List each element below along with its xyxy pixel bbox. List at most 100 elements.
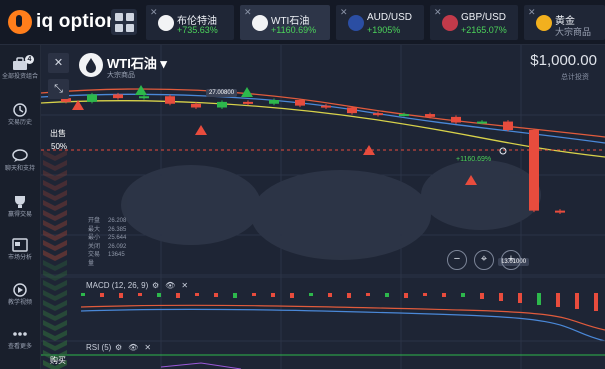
chevron-icon <box>43 280 67 291</box>
chevron-icon <box>43 150 67 161</box>
sidebar-item-more[interactable]: 查看更多 <box>0 327 40 351</box>
chevron-icon <box>43 230 67 241</box>
macd-bar <box>252 293 256 296</box>
sidebar-item-market-analysis[interactable]: 市场分析 <box>0 238 40 262</box>
candle <box>269 100 279 104</box>
tab-gold[interactable]: ✕ 黄金 大宗商品 <box>524 5 605 40</box>
news-icon <box>12 238 28 252</box>
macd-bar <box>119 293 123 298</box>
chevron-icon <box>43 200 67 211</box>
close-chart-button[interactable]: ✕ <box>48 53 69 73</box>
macd-bar <box>271 293 275 297</box>
tab-wti-oil[interactable]: ✕ WTI石油 +1160.69% <box>240 5 330 40</box>
chevron-icon <box>43 210 67 221</box>
candle <box>477 121 487 124</box>
chevron-icon <box>43 180 67 191</box>
gear-icon[interactable]: ⚙ <box>115 343 122 352</box>
gear-icon[interactable]: ⚙ <box>152 281 159 290</box>
gold-icon <box>536 15 552 31</box>
chevron-icon <box>43 300 67 311</box>
candle <box>347 107 357 114</box>
all-assets-button[interactable] <box>111 9 137 35</box>
candle <box>399 114 409 117</box>
zoom-out-button[interactable]: − <box>447 250 467 270</box>
sidebar-item-portfolio[interactable]: 4 全部投资组合 <box>0 55 40 81</box>
chevron-icon <box>43 160 67 171</box>
sell-label[interactable]: 出售 <box>50 128 66 139</box>
close-icon[interactable]: ✕ <box>434 7 442 18</box>
flag-gb-icon <box>442 15 458 31</box>
top-bar: iq option ✕ 布伦特油 +735.63% ✕ WTI石油 +1160.… <box>0 0 605 45</box>
candle <box>555 210 565 213</box>
eye-icon[interactable]: 👁 <box>165 281 175 290</box>
chevron-icon <box>43 240 67 251</box>
macd-bar <box>556 293 560 307</box>
oil-drop-icon <box>79 53 103 77</box>
macd-bar <box>366 293 370 296</box>
tab-gbp-usd[interactable]: ✕ GBP/USD +2165.07% <box>430 5 518 40</box>
eye-icon[interactable]: 👁 <box>128 343 138 352</box>
macd-bar <box>233 293 237 298</box>
close-icon[interactable]: ✕ <box>144 343 151 352</box>
trade-marker-icon <box>499 147 507 155</box>
candle <box>321 105 331 108</box>
macd-bar <box>594 293 598 311</box>
chevron-icon <box>43 290 67 301</box>
collapse-chart-button[interactable]: ⤡ <box>48 79 69 99</box>
macd-bar <box>195 293 199 296</box>
sidebar-item-history[interactable]: 交易历史 <box>0 103 40 127</box>
sidebar-item-chat[interactable]: 聊天和支持 <box>0 149 40 173</box>
macd-bar <box>309 293 313 296</box>
candle <box>373 113 383 116</box>
sidebar-item-videos[interactable]: 教学视频 <box>0 283 40 307</box>
macd-histogram <box>81 293 598 311</box>
candle <box>87 94 97 102</box>
close-icon[interactable]: ✕ <box>244 7 252 18</box>
buy-label[interactable]: 购买 <box>50 355 66 366</box>
macd-bar <box>404 293 408 298</box>
price-chart[interactable] <box>41 45 605 369</box>
macd-bar <box>81 293 85 296</box>
chevron-icon <box>43 220 67 231</box>
macd-controls: ⚙ 👁 ✕ <box>152 281 188 290</box>
candle <box>217 101 227 108</box>
close-icon[interactable]: ✕ <box>150 7 158 18</box>
macd-bar <box>347 293 351 298</box>
candle <box>139 96 149 99</box>
tab-brent-oil[interactable]: ✕ 布伦特油 +735.63% <box>146 5 234 40</box>
more-dots-icon <box>13 332 27 336</box>
macd-bar <box>100 293 104 297</box>
crosshair-button[interactable]: ⌖ <box>474 250 494 270</box>
sidebar-item-leaderboard[interactable]: 赢得交易 <box>0 195 40 219</box>
chevron-icon <box>43 340 67 351</box>
candle <box>113 94 123 99</box>
candle <box>425 114 435 117</box>
sell-arrow-icon <box>195 125 207 135</box>
zoom-in-button[interactable]: + <box>501 250 521 270</box>
buy-arrow-icon <box>241 87 253 97</box>
macd-bar <box>461 293 465 297</box>
chevron-icon <box>43 320 67 331</box>
candle <box>451 116 461 123</box>
macd-bar <box>290 293 294 298</box>
logo[interactable]: iq option <box>8 10 118 34</box>
close-icon[interactable]: ✕ <box>528 7 536 18</box>
macd-bar <box>537 293 541 305</box>
candle <box>243 101 253 104</box>
balance-amount: $1,000.00 <box>530 52 597 69</box>
chevron-icon <box>43 310 67 321</box>
macd-bar <box>480 293 484 299</box>
chart-area[interactable] <box>41 45 605 369</box>
close-icon[interactable]: ✕ <box>340 7 348 18</box>
chat-icon <box>12 149 28 162</box>
oil-drop-icon <box>252 15 268 31</box>
tab-aud-usd[interactable]: ✕ AUD/USD +1905% <box>336 5 424 40</box>
trophy-icon <box>15 196 25 208</box>
macd-bar <box>138 293 142 296</box>
chevron-icon <box>43 330 67 341</box>
chevron-icon <box>43 260 67 271</box>
play-icon <box>13 283 27 297</box>
balance-label: 总计投资 <box>561 74 589 81</box>
close-icon[interactable]: ✕ <box>181 281 188 290</box>
macd-bar <box>442 293 446 297</box>
